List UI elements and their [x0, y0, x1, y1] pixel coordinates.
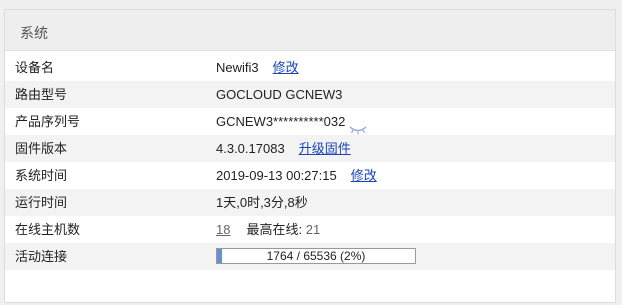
system-panel: 系统 设备名 Newifi3 修改 路由型号 GOCLOUD GCNEW3 产品序…	[4, 9, 616, 303]
firmware-value: 4.3.0.17083	[216, 141, 285, 156]
uptime-label: 运行时间	[15, 195, 68, 210]
panel-header: 系统	[5, 10, 615, 51]
panel-title: 系统	[20, 25, 48, 41]
edit-system-time-link[interactable]: 修改	[351, 168, 377, 183]
active-connections-label: 活动连接	[15, 249, 68, 264]
row-router-model: 路由型号 GOCLOUD GCNEW3	[5, 81, 615, 108]
online-hosts-count-link[interactable]: 18	[216, 222, 230, 237]
connections-progress-text: 1764 / 65536 (2%)	[266, 249, 366, 263]
row-active-connections: 活动连接 1764 / 65536 (2%)	[5, 243, 615, 270]
firmware-value-group: 4.3.0.17083 升级固件	[216, 135, 351, 162]
row-firmware: 固件版本 4.3.0.17083 升级固件	[5, 135, 615, 162]
router-model-label: 路由型号	[15, 87, 68, 102]
edit-device-name-link[interactable]: 修改	[273, 60, 299, 75]
row-uptime: 运行时间 1天,0时,3分,8秒	[5, 189, 615, 216]
max-online-value: 21	[305, 222, 321, 237]
max-online-label: 最高在线:	[246, 222, 303, 237]
system-time-value: 2019-09-13 00:27:15	[216, 168, 337, 183]
row-online-hosts: 在线主机数 18 最高在线: 21	[5, 216, 615, 243]
row-system-time: 系统时间 2019-09-13 00:27:15 修改	[5, 162, 615, 189]
upgrade-firmware-link[interactable]: 升级固件	[299, 141, 351, 156]
device-name-label: 设备名	[15, 60, 55, 75]
uptime-value: 1天,0时,3分,8秒	[216, 195, 308, 210]
serial-value-group: GCNEW3**********032	[216, 108, 367, 135]
firmware-label: 固件版本	[15, 141, 68, 156]
online-hosts-value-group: 18 最高在线: 21	[216, 216, 320, 243]
device-name-value: Newifi3	[216, 60, 259, 75]
online-hosts-label: 在线主机数	[15, 222, 81, 237]
row-serial: 产品序列号 GCNEW3**********032	[5, 108, 615, 135]
connections-progress-bar: 1764 / 65536 (2%)	[216, 248, 416, 264]
device-name-value-group: Newifi3 修改	[216, 54, 299, 81]
eye-closed-icon[interactable]	[349, 117, 367, 135]
row-device-name: 设备名 Newifi3 修改	[5, 54, 615, 81]
system-time-value-group: 2019-09-13 00:27:15 修改	[216, 162, 377, 189]
serial-value: GCNEW3**********032	[216, 114, 346, 129]
system-time-label: 系统时间	[15, 168, 68, 183]
info-rows: 设备名 Newifi3 修改 路由型号 GOCLOUD GCNEW3 产品序列号 …	[5, 54, 615, 270]
serial-label: 产品序列号	[15, 114, 81, 129]
router-model-value: GOCLOUD GCNEW3	[216, 87, 343, 102]
